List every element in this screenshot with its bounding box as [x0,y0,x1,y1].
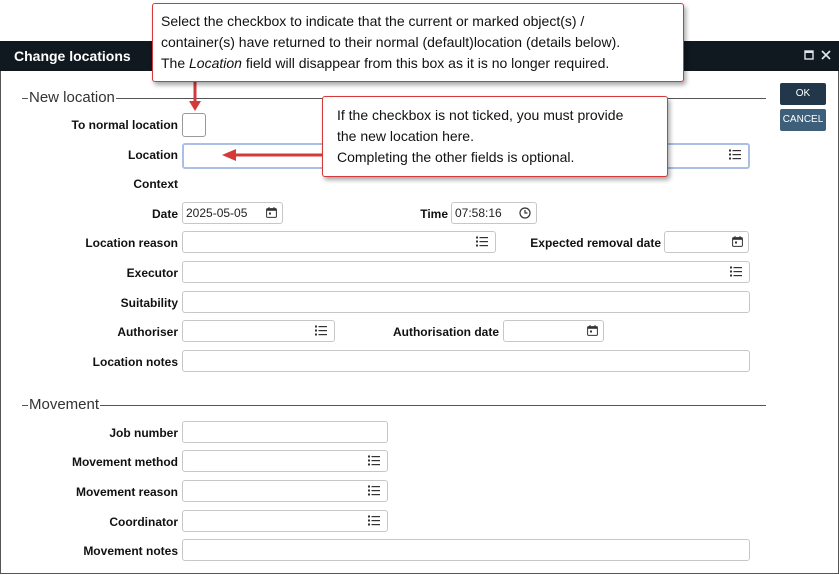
location-help-callout: If the checkbox is not ticked, you must … [322,96,668,177]
callout-text: If the checkbox is not ticked, you must … [337,107,624,123]
checkbox-help-callout: Select the checkbox to indicate that the… [152,3,684,82]
callout-text: Completing the other fields is optional. [337,149,575,165]
callout-text: container(s) have returned to their norm… [161,34,621,50]
callout-text: the new location here. [337,128,474,144]
callout-text: The Location field will disappear from t… [161,55,610,71]
annotation-arrows [189,82,322,161]
callout-text: Select the checkbox to indicate that the… [161,13,585,29]
